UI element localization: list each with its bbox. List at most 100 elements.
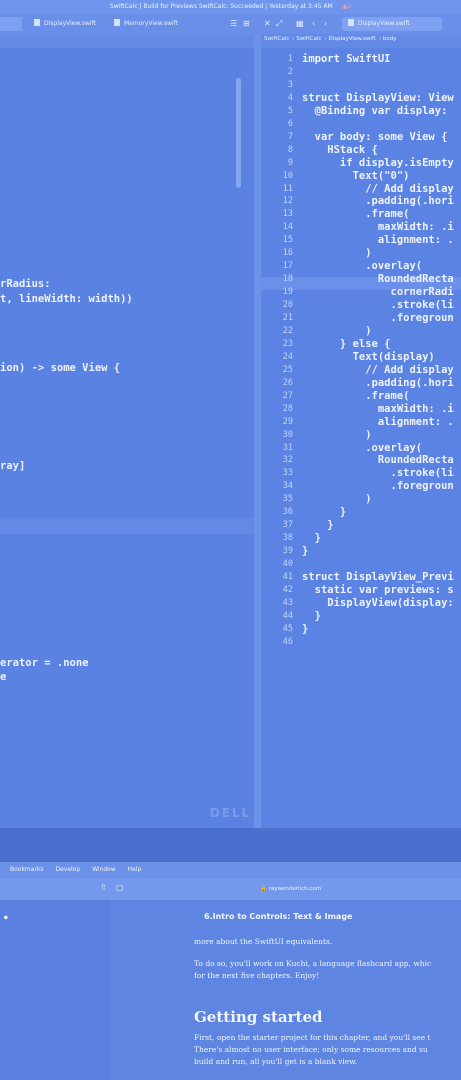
section-heading: Getting started bbox=[194, 1008, 323, 1026]
url-text: raywenderlich.com bbox=[268, 886, 322, 892]
code-line[interactable]: .frame( bbox=[302, 208, 409, 220]
dell-logo: DELL bbox=[209, 806, 252, 820]
code-line[interactable]: RoundedRecta bbox=[302, 454, 454, 466]
code-line[interactable]: Text(display) bbox=[302, 351, 435, 363]
line-number: 9 bbox=[287, 157, 293, 168]
line-number: 27 bbox=[282, 390, 293, 401]
code-line[interactable]: t, lineWidth: width)) bbox=[0, 293, 133, 305]
code-line[interactable]: maxWidth: .i bbox=[302, 221, 454, 233]
scrollbar[interactable] bbox=[236, 78, 241, 188]
code-line[interactable]: ion) -> some View { bbox=[0, 362, 120, 374]
menu-window[interactable]: Window bbox=[92, 866, 116, 873]
code-line[interactable]: .padding(.hori bbox=[302, 195, 454, 207]
tab-memory-view[interactable]: MemoryView.swift bbox=[108, 17, 188, 31]
code-line[interactable]: ) bbox=[302, 429, 371, 441]
related-items-icon[interactable]: ☰ bbox=[230, 19, 237, 28]
code-line[interactable]: // Add display bbox=[302, 364, 454, 376]
code-line[interactable]: .overlay( bbox=[302, 260, 422, 272]
breadcrumb-folder[interactable]: SwiftCalc bbox=[296, 36, 321, 42]
code-line[interactable]: rRadius: bbox=[0, 278, 51, 290]
line-number: 35 bbox=[282, 494, 293, 505]
code-line[interactable]: // Add display bbox=[302, 183, 454, 195]
line-number: 15 bbox=[282, 235, 293, 246]
code-line[interactable]: } bbox=[302, 506, 346, 518]
code-line[interactable]: } bbox=[302, 623, 308, 635]
split-editor-icon[interactable]: ⊞ bbox=[243, 19, 250, 28]
right-editor-pane[interactable]: 1 2 3 4 5 6 7 8 9 10 11 12 13 14 15 16 17 18 19 20 21 22 23 24 2… bbox=[261, 48, 461, 828]
line-number: 31 bbox=[282, 442, 293, 453]
close-icon[interactable]: ✕ bbox=[264, 19, 271, 28]
address-bar[interactable]: 🔒 raywenderlich.com bbox=[260, 886, 321, 892]
code-line[interactable]: HStack { bbox=[302, 144, 378, 156]
tab-display-view-right[interactable]: DisplayView.swift bbox=[342, 17, 442, 31]
code-line[interactable]: .frame( bbox=[302, 390, 409, 402]
line-number: 14 bbox=[282, 222, 293, 233]
tab-display-view[interactable]: DisplayView.swift bbox=[28, 17, 108, 31]
code-line[interactable]: ray] bbox=[0, 460, 25, 472]
menu-bookmarks[interactable]: Bookmarks bbox=[10, 866, 44, 873]
chapter-title: 6.Intro to Controls: Text & Image bbox=[204, 912, 353, 921]
breadcrumb-file[interactable]: DisplayView.swift bbox=[328, 36, 375, 42]
line-number: 40 bbox=[282, 559, 293, 570]
code-line[interactable]: @Binding var display: bbox=[302, 105, 448, 117]
code-line[interactable]: } bbox=[302, 545, 308, 557]
code-line[interactable]: .foregroun bbox=[302, 480, 454, 492]
code-line[interactable]: e bbox=[0, 671, 6, 683]
swift-file-icon bbox=[34, 19, 40, 26]
code-line[interactable]: } bbox=[302, 610, 321, 622]
code-line[interactable]: ) bbox=[302, 325, 371, 337]
code-line[interactable]: import SwiftUI bbox=[302, 53, 391, 65]
line-number: 25 bbox=[282, 364, 293, 375]
swift-file-icon bbox=[114, 19, 120, 26]
code-line[interactable]: struct DisplayView: View bbox=[302, 92, 454, 104]
forward-icon[interactable]: › bbox=[324, 19, 327, 28]
pane-divider[interactable] bbox=[254, 34, 261, 828]
active-tab-indicator[interactable] bbox=[0, 17, 22, 31]
code-line[interactable]: alignment: . bbox=[302, 416, 454, 428]
code-line[interactable]: ) bbox=[302, 493, 371, 505]
code-line[interactable]: .stroke(li bbox=[302, 299, 454, 311]
line-number: 42 bbox=[282, 584, 293, 595]
line-number: 2 bbox=[287, 66, 293, 77]
code-line[interactable]: Text("0") bbox=[302, 170, 410, 182]
code-line[interactable]: ) bbox=[302, 247, 371, 259]
line-number: 28 bbox=[282, 403, 293, 414]
code-line[interactable]: .padding(.hori bbox=[302, 377, 454, 389]
code-line[interactable]: alignment: . bbox=[302, 234, 454, 246]
code-line[interactable]: maxWidth: .i bbox=[302, 403, 454, 415]
code-line[interactable]: } bbox=[302, 519, 333, 531]
book-sidebar[interactable]: ● bbox=[0, 900, 110, 1080]
share-icon[interactable]: ⇧ bbox=[100, 883, 107, 892]
code-line[interactable]: RoundedRecta bbox=[302, 273, 454, 285]
code-line[interactable]: erator = .none bbox=[0, 657, 89, 669]
code-line[interactable]: cornerRadi bbox=[302, 286, 454, 298]
code-line[interactable]: } else { bbox=[302, 338, 391, 350]
line-number: 26 bbox=[282, 377, 293, 388]
menu-help[interactable]: Help bbox=[128, 866, 142, 873]
tabs-icon[interactable]: ▢ bbox=[116, 883, 124, 892]
line-number: 21 bbox=[282, 313, 293, 323]
warning-badge[interactable]: ▲2 bbox=[343, 3, 351, 10]
paragraph: for the next five chapters. Enjoy! bbox=[194, 971, 320, 980]
code-line[interactable]: if display.isEmpty bbox=[302, 157, 454, 169]
code-line[interactable]: static var previews: s bbox=[302, 584, 454, 596]
left-editor-pane[interactable]: rRadius: t, lineWidth: width)) ion) -> s… bbox=[0, 48, 254, 828]
expand-icon[interactable]: ⤢ bbox=[276, 19, 282, 29]
menu-develop[interactable]: Develop bbox=[55, 866, 80, 873]
code-line[interactable]: .stroke(li bbox=[302, 467, 454, 479]
back-icon[interactable]: ‹ bbox=[312, 19, 315, 28]
tab-label: DisplayView.swift bbox=[44, 20, 96, 27]
code-line[interactable]: .foregroun bbox=[302, 312, 454, 324]
code-line[interactable]: var body: some View { bbox=[302, 131, 448, 143]
jump-bar: ‹ ▲ › SwiftCalc› SwiftCalc› DisplayView.… bbox=[0, 34, 461, 76]
line-number: 45 bbox=[282, 623, 293, 634]
line-number: 39 bbox=[282, 546, 293, 557]
code-line[interactable]: } bbox=[302, 532, 321, 544]
breadcrumb-symbol[interactable]: body bbox=[383, 36, 397, 42]
code-line[interactable]: struct DisplayView_Previ bbox=[302, 571, 454, 583]
breadcrumb-project[interactable]: SwiftCalc bbox=[264, 36, 289, 42]
code-line[interactable]: DisplayView(display: bbox=[302, 597, 453, 609]
grid-icon[interactable]: ▦ bbox=[296, 19, 304, 28]
code-line[interactable]: .overlay( bbox=[302, 442, 422, 454]
line-number: 4 bbox=[287, 92, 293, 103]
